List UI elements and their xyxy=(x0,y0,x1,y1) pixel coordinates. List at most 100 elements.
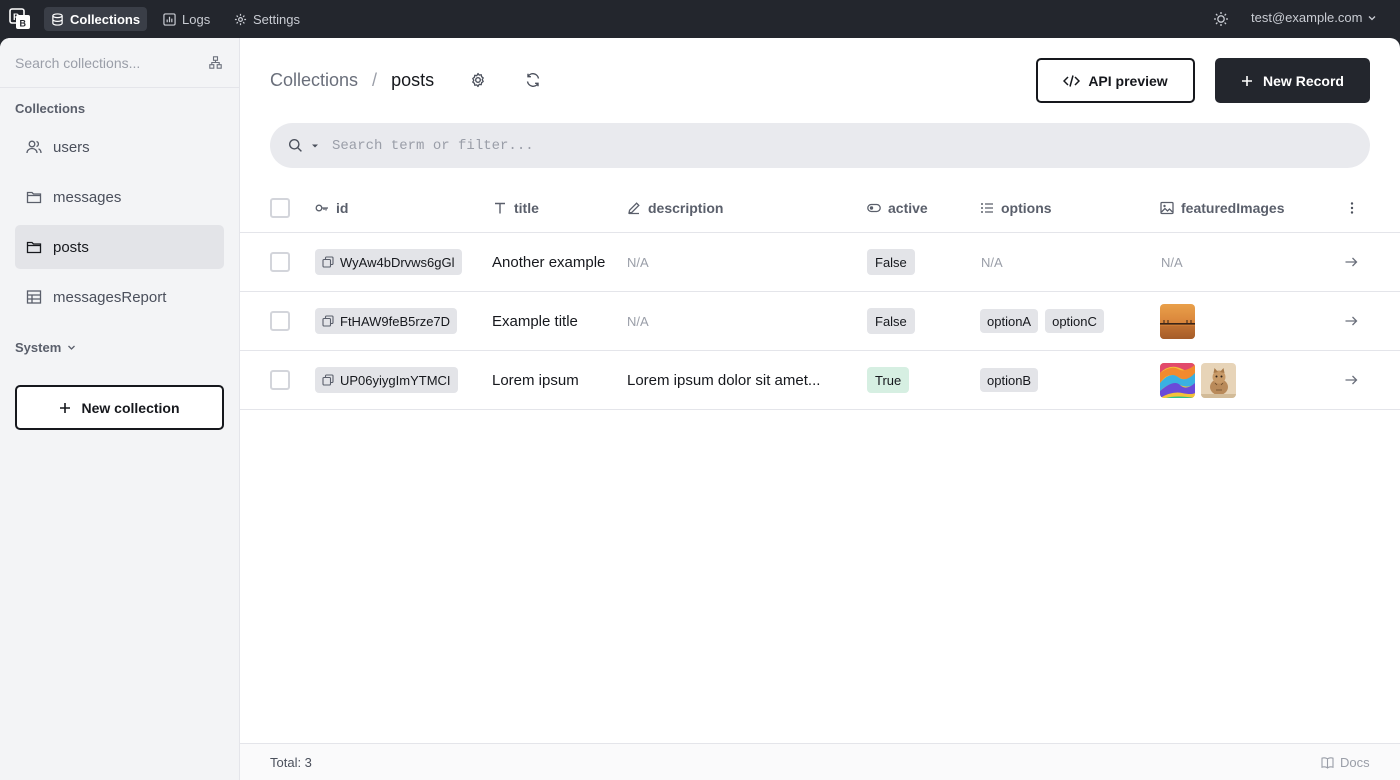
copy-icon xyxy=(322,315,334,327)
nav-collections-label: Collections xyxy=(70,11,141,27)
users-icon xyxy=(26,140,42,154)
refresh-button[interactable] xyxy=(525,72,541,88)
plus-icon xyxy=(1242,75,1253,86)
row-checkbox[interactable] xyxy=(270,311,290,331)
row-checkbox[interactable] xyxy=(270,252,290,272)
image-thumbnail-rainbow-fabric[interactable] xyxy=(1160,362,1195,398)
api-preview-label: API preview xyxy=(1088,72,1168,89)
api-preview-button[interactable]: API preview xyxy=(1036,58,1195,103)
active-badge: False xyxy=(867,308,915,334)
sidebar-item-users[interactable]: users xyxy=(15,125,224,169)
record-id-chip[interactable]: FtHAW9feB5rze7D xyxy=(315,308,458,334)
breadcrumb-separator: / xyxy=(372,70,378,90)
chart-icon xyxy=(163,12,176,26)
breadcrumb: Collections / posts xyxy=(270,70,434,91)
chevron-down-icon xyxy=(68,345,76,350)
arrow-right-icon[interactable] xyxy=(1344,255,1358,269)
arrow-right-icon[interactable] xyxy=(1344,314,1358,328)
active-badge: True xyxy=(867,367,910,393)
folder-icon xyxy=(26,191,42,204)
nav-logs-label: Logs xyxy=(182,11,211,27)
search-options-caret-icon[interactable] xyxy=(311,142,319,150)
image-thumbnail-sunset-pier[interactable] xyxy=(1160,303,1195,339)
collections-search-input[interactable] xyxy=(15,52,195,74)
nav-settings-label: Settings xyxy=(253,11,300,27)
column-header-options[interactable]: options xyxy=(980,184,1052,232)
table-row[interactable]: FtHAW9feB5rze7D Example title N/A False … xyxy=(240,292,1400,351)
nav-collections[interactable]: Collections xyxy=(44,7,148,31)
record-id: UP06yiygImYTMCI xyxy=(340,372,451,388)
column-header-featuredimages[interactable]: featuredImages xyxy=(1160,184,1284,232)
main-content: Collections / posts API preview New Reco… xyxy=(240,38,1400,780)
pocketbase-logo[interactable]: PB xyxy=(9,8,31,30)
copy-icon xyxy=(322,256,334,268)
new-collection-label: New collection xyxy=(81,399,180,416)
breadcrumb-current: posts xyxy=(391,70,435,90)
database-icon xyxy=(52,12,63,26)
chevron-down-icon xyxy=(1369,15,1376,20)
sidebar-item-label: posts xyxy=(53,238,89,256)
gear-icon xyxy=(234,13,247,25)
sidebar-item-posts[interactable]: posts xyxy=(15,225,224,269)
row-checkbox[interactable] xyxy=(270,370,290,390)
table-header-row: id title description active options feat… xyxy=(240,184,1400,233)
refresh-icon xyxy=(526,73,540,87)
collection-settings-button[interactable] xyxy=(470,72,486,88)
more-vertical-icon xyxy=(1350,202,1354,214)
docs-link[interactable]: Docs xyxy=(1321,755,1370,770)
column-header-label: active xyxy=(888,200,928,216)
image-icon xyxy=(1160,201,1174,215)
system-section-toggle[interactable]: System xyxy=(15,340,76,355)
option-chip: optionC xyxy=(1045,309,1104,333)
record-options-empty: N/A xyxy=(981,254,1003,270)
column-header-active[interactable]: active xyxy=(867,184,928,232)
nav-settings[interactable]: Settings xyxy=(227,7,307,31)
table-footer: Total: 3 Docs xyxy=(240,743,1400,780)
sidebar-search xyxy=(0,38,240,88)
sun-icon[interactable] xyxy=(1212,10,1230,28)
list-icon xyxy=(981,203,993,213)
column-header-id[interactable]: id xyxy=(315,184,348,232)
option-chip: optionB xyxy=(980,368,1039,392)
column-header-description[interactable]: description xyxy=(627,184,723,232)
new-record-button[interactable]: New Record xyxy=(1215,58,1370,103)
text-icon xyxy=(495,202,505,214)
columns-menu-button[interactable] xyxy=(1345,184,1359,232)
docs-label: Docs xyxy=(1340,755,1370,770)
column-header-title[interactable]: title xyxy=(493,184,539,232)
record-title: Lorem ipsum xyxy=(492,371,579,389)
sidebar-item-messagesreport[interactable]: messagesReport xyxy=(15,275,224,319)
folder-icon xyxy=(26,241,42,254)
book-icon xyxy=(1321,757,1334,769)
nav-logs[interactable]: Logs xyxy=(156,7,217,31)
svg-text:P: P xyxy=(13,12,19,22)
user-menu[interactable]: test@example.com xyxy=(1251,10,1376,25)
select-all-checkbox[interactable] xyxy=(270,198,290,218)
table-row[interactable]: UP06yiygImYTMCI Lorem ipsum Lorem ipsum … xyxy=(240,351,1400,410)
record-description: N/A xyxy=(627,254,649,270)
active-badge: False xyxy=(867,249,915,275)
new-record-label: New Record xyxy=(1263,72,1344,89)
record-id-chip[interactable]: WyAw4bDrvws6gGl xyxy=(315,249,462,275)
svg-text:B: B xyxy=(20,19,27,29)
option-chip: optionA xyxy=(980,309,1039,333)
image-thumbnail-kitten[interactable] xyxy=(1201,362,1236,398)
sidebar-item-messages[interactable]: messages xyxy=(15,175,224,219)
pencil-icon xyxy=(628,202,640,215)
top-bar: PB Collections Logs Settings test@exampl… xyxy=(0,0,1400,38)
table-row[interactable]: WyAw4bDrvws6gGl Another example N/A Fals… xyxy=(240,233,1400,292)
record-description: Lorem ipsum dolor sit amet... xyxy=(627,371,821,389)
column-header-label: options xyxy=(1001,200,1052,216)
new-collection-button[interactable]: New collection xyxy=(15,385,224,430)
system-label: System xyxy=(15,340,62,355)
record-search-input[interactable] xyxy=(332,134,1332,158)
breadcrumb-collections[interactable]: Collections xyxy=(270,70,358,91)
code-icon xyxy=(1063,74,1081,87)
tree-icon[interactable] xyxy=(209,56,222,69)
arrow-right-icon[interactable] xyxy=(1344,373,1358,387)
column-header-label: id xyxy=(336,200,349,216)
sidebar-item-label: messages xyxy=(53,188,122,206)
record-id-chip[interactable]: UP06yiygImYTMCI xyxy=(315,367,458,393)
plus-icon xyxy=(60,402,71,413)
record-title: Example title xyxy=(492,312,578,330)
